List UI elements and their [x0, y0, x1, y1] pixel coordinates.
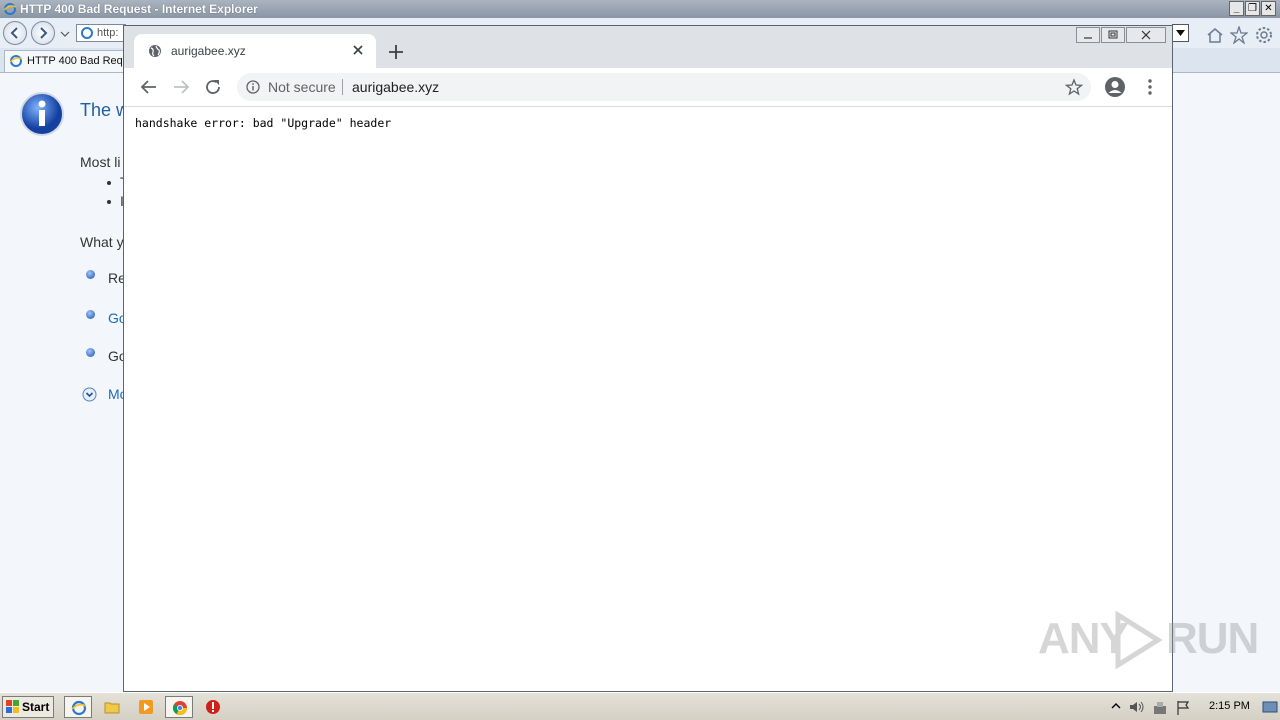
more-info-chevron-icon[interactable] — [82, 387, 97, 402]
chrome-logo-icon — [172, 701, 187, 715]
minimize-icon — [1084, 37, 1092, 39]
ie-minimize-button[interactable]: _ — [1229, 1, 1244, 16]
play-logo-icon — [1115, 610, 1163, 670]
ie-restore-button[interactable]: ❐ — [1245, 1, 1260, 16]
chrome-tab-title: aurigabee.xyz — [171, 44, 246, 58]
taskbar-explorer[interactable] — [98, 696, 126, 718]
ie-address-bar[interactable]: http: — [76, 24, 126, 42]
chrome-page-content: handshake error: bad "Upgrade" header — [124, 107, 1172, 691]
ie-window-title: HTTP 400 Bad Request - Internet Explorer — [20, 2, 258, 16]
network-icon[interactable] — [1152, 700, 1168, 716]
taskbar-media-player[interactable] — [132, 696, 160, 718]
bookmark-star-icon[interactable] — [1065, 78, 1083, 96]
ie-taskbar-icon — [71, 700, 87, 716]
blue-bullet-icon — [86, 348, 95, 357]
chrome-tabstrip[interactable]: aurigabee.xyz — [124, 26, 1172, 68]
ie-tab-icon — [9, 55, 23, 67]
favorites-star-icon[interactable] — [1230, 26, 1248, 44]
handshake-error-text: handshake error: bad "Upgrade" header — [135, 116, 392, 130]
speaker-volume-icon[interactable] — [1128, 700, 1146, 714]
start-button[interactable]: Start — [2, 696, 54, 718]
anyrun-watermark: ANY RUN — [1038, 610, 1259, 670]
blue-bullet-icon — [86, 270, 95, 279]
ie-most-likely-text: Most li — [80, 154, 121, 170]
chrome-tab-aurigabee[interactable]: aurigabee.xyz — [134, 34, 376, 68]
ie-titlebar[interactable]: HTTP 400 Bad Request - Internet Explorer… — [0, 0, 1280, 18]
red-alert-icon — [206, 700, 220, 714]
close-icon — [1141, 30, 1151, 40]
new-tab-plus-icon[interactable] — [384, 40, 408, 64]
taskbar-clock[interactable]: 2:15 PM — [1209, 700, 1250, 712]
ie-address-dropdown-button[interactable] — [1172, 24, 1189, 42]
reload-icon[interactable] — [203, 77, 223, 97]
taskbar: Start 2:15 PM — [0, 692, 1280, 720]
chrome-window: aurigabee.xyz Not secure aurigabee.xyz h… — [123, 25, 1173, 692]
ie-page-icon — [81, 27, 93, 39]
back-arrow-icon[interactable] — [139, 77, 159, 97]
chrome-toolbar: Not secure aurigabee.xyz — [124, 68, 1172, 107]
bullet-dot — [107, 200, 111, 204]
ie-what-you-text: What y — [80, 234, 124, 250]
back-arrow-icon — [10, 27, 18, 39]
forward-arrow-icon — [40, 27, 48, 39]
info-icon — [20, 92, 64, 136]
ie-history-dropdown-icon[interactable] — [60, 30, 70, 38]
close-tab-icon[interactable] — [348, 40, 368, 60]
taskbar-chrome[interactable] — [165, 696, 193, 718]
chrome-restore-button[interactable] — [1101, 27, 1125, 43]
ie-logo-icon — [3, 3, 17, 15]
restore-icon — [1108, 30, 1118, 39]
show-desktop-icon[interactable] — [1262, 700, 1278, 714]
taskbar-warning-app[interactable] — [199, 696, 227, 718]
windows-logo-icon — [6, 700, 19, 713]
ie-address-text: http: — [97, 27, 119, 39]
forward-arrow-icon[interactable] — [171, 77, 191, 97]
ie-error-heading: The w — [80, 100, 130, 120]
chrome-minimize-button[interactable] — [1076, 27, 1100, 43]
show-hidden-icons-chevron-icon[interactable] — [1110, 700, 1122, 714]
omnibox[interactable]: Not secure aurigabee.xyz — [237, 73, 1091, 101]
watermark-right-text: RUN — [1166, 614, 1259, 663]
not-secure-label[interactable]: Not secure — [268, 79, 336, 95]
home-icon[interactable] — [1206, 27, 1224, 43]
ie-tab-http-400[interactable]: HTTP 400 Bad Request — [4, 50, 144, 72]
ie-back-button[interactable] — [3, 21, 27, 45]
globe-icon — [149, 45, 161, 57]
profile-avatar-icon[interactable] — [1104, 76, 1126, 98]
omnibox-separator — [342, 79, 343, 95]
system-tray: 2:15 PM — [1106, 696, 1280, 718]
folder-icon — [104, 702, 120, 714]
url-text[interactable]: aurigabee.xyz — [352, 79, 439, 95]
media-player-icon — [139, 700, 153, 714]
chrome-close-button[interactable] — [1126, 27, 1166, 43]
kebab-menu-icon[interactable] — [1140, 77, 1160, 97]
ie-forward-button[interactable] — [31, 21, 55, 45]
start-label: Start — [22, 700, 50, 714]
dropdown-arrow-icon — [1176, 30, 1185, 36]
bullet-dot — [107, 181, 111, 185]
settings-gear-icon[interactable] — [1255, 26, 1273, 44]
taskbar-internet-explorer[interactable] — [64, 696, 92, 718]
site-info-icon[interactable] — [246, 80, 260, 94]
blue-bullet-icon — [86, 310, 95, 319]
ie-close-button[interactable]: ✕ — [1261, 1, 1276, 16]
action-center-flag-icon[interactable] — [1176, 700, 1190, 716]
